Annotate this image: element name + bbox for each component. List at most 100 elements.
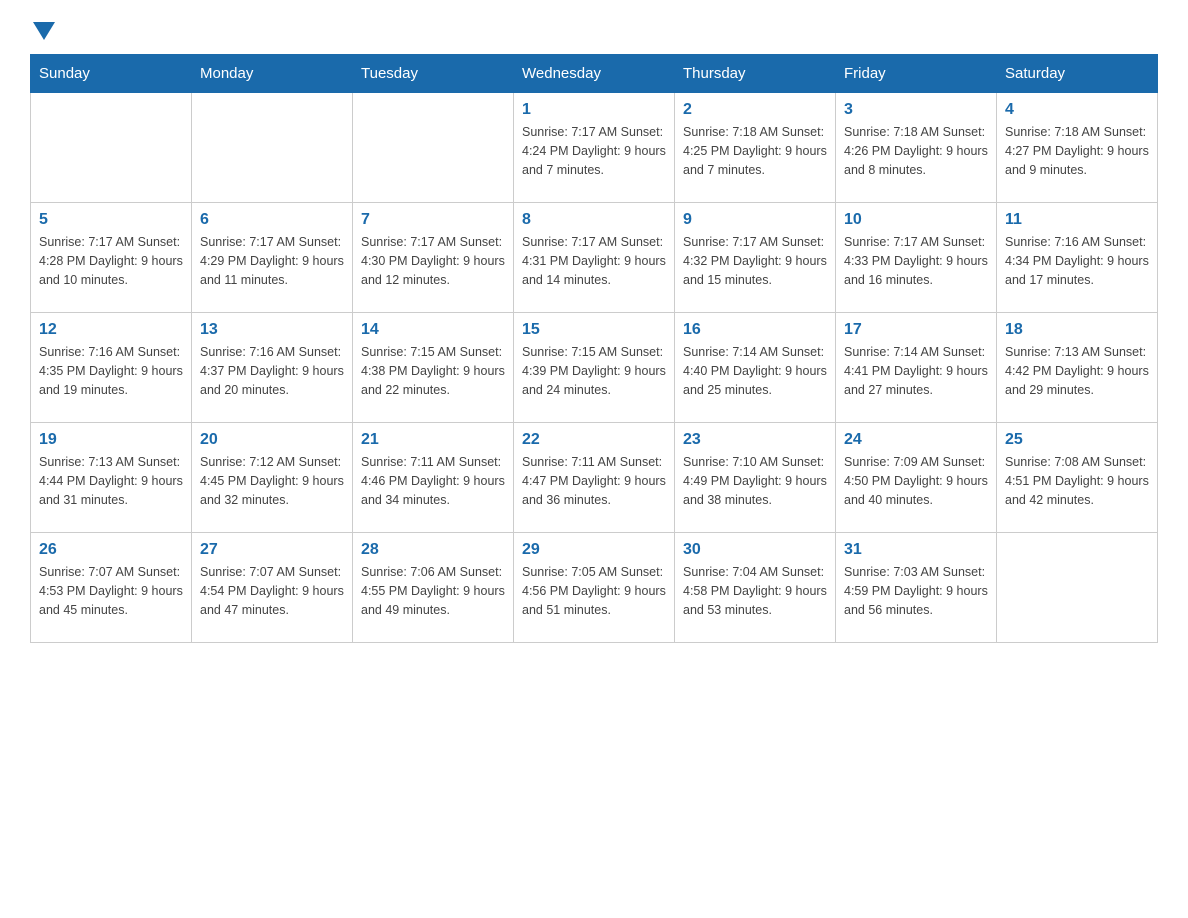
header-row: SundayMondayTuesdayWednesdayThursdayFrid… — [31, 55, 1158, 93]
day-info: Sunrise: 7:08 AM Sunset: 4:51 PM Dayligh… — [1005, 453, 1149, 509]
day-info: Sunrise: 7:10 AM Sunset: 4:49 PM Dayligh… — [683, 453, 827, 509]
day-number: 12 — [39, 321, 183, 339]
calendar-cell: 8 Sunrise: 7:17 AM Sunset: 4:31 PM Daylig… — [514, 203, 675, 313]
day-number: 19 — [39, 431, 183, 449]
day-number: 16 — [683, 321, 827, 339]
day-info: Sunrise: 7:16 AM Sunset: 4:34 PM Dayligh… — [1005, 233, 1149, 289]
day-number: 29 — [522, 541, 666, 559]
calendar-cell: 13Sunrise: 7:16 AM Sunset: 4:37 PM Dayli… — [192, 313, 353, 423]
day-info: Sunrise: 7:18 AM Sunset: 4:25 PM Dayligh… — [683, 123, 827, 179]
calendar-cell — [353, 93, 514, 203]
day-number: 24 — [844, 431, 988, 449]
day-number: 27 — [200, 541, 344, 559]
calendar-cell: 24 Sunrise: 7:09 AM Sunset: 4:50 PM Dayli… — [836, 423, 997, 533]
day-number: 21 — [361, 431, 505, 449]
day-of-week-header: Saturday — [997, 55, 1158, 93]
day-info: Sunrise: 7:14 AM Sunset: 4:40 PM Dayligh… — [683, 343, 827, 399]
calendar-cell: 27 Sunrise: 7:07 AM Sunset: 4:54 PM Dayli… — [192, 533, 353, 643]
logo-triangle-icon — [33, 22, 55, 44]
day-info: Sunrise: 7:18 AM Sunset: 4:27 PM Dayligh… — [1005, 123, 1149, 179]
calendar-cell: 11 Sunrise: 7:16 AM Sunset: 4:34 PM Dayli… — [997, 203, 1158, 313]
day-of-week-header: Sunday — [31, 55, 192, 93]
calendar-cell: 2 Sunrise: 7:18 AM Sunset: 4:25 PM Daylig… — [675, 93, 836, 203]
calendar-cell: 6 Sunrise: 7:17 AM Sunset: 4:29 PM Daylig… — [192, 203, 353, 313]
day-info: Sunrise: 7:17 AM Sunset: 4:29 PM Dayligh… — [200, 233, 344, 289]
calendar-cell: 16 Sunrise: 7:14 AM Sunset: 4:40 PM Dayli… — [675, 313, 836, 423]
day-number: 18 — [1005, 321, 1149, 339]
day-info: Sunrise: 7:06 AM Sunset: 4:55 PM Dayligh… — [361, 563, 505, 619]
day-info: Sunrise: 7:12 AM Sunset: 4:45 PM Dayligh… — [200, 453, 344, 509]
day-number: 4 — [1005, 101, 1149, 119]
day-number: 30 — [683, 541, 827, 559]
calendar-cell: 9Sunrise: 7:17 AM Sunset: 4:32 PM Daylig… — [675, 203, 836, 313]
day-info: Sunrise: 7:13 AM Sunset: 4:44 PM Dayligh… — [39, 453, 183, 509]
day-number: 6 — [200, 211, 344, 229]
day-info: Sunrise: 7:13 AM Sunset: 4:42 PM Dayligh… — [1005, 343, 1149, 399]
calendar-cell: 4 Sunrise: 7:18 AM Sunset: 4:27 PM Daylig… — [997, 93, 1158, 203]
calendar-cell: 29 Sunrise: 7:05 AM Sunset: 4:56 PM Dayli… — [514, 533, 675, 643]
day-number: 17 — [844, 321, 988, 339]
calendar-cell: 5 Sunrise: 7:17 AM Sunset: 4:28 PM Daylig… — [31, 203, 192, 313]
day-info: Sunrise: 7:11 AM Sunset: 4:46 PM Dayligh… — [361, 453, 505, 509]
calendar-week-row: 12 Sunrise: 7:16 AM Sunset: 4:35 PM Dayli… — [31, 313, 1158, 423]
day-info: Sunrise: 7:09 AM Sunset: 4:50 PM Dayligh… — [844, 453, 988, 509]
day-info: Sunrise: 7:16 AM Sunset: 4:37 PM Dayligh… — [200, 343, 344, 399]
day-number: 9 — [683, 211, 827, 229]
day-info: Sunrise: 7:17 AM Sunset: 4:30 PM Dayligh… — [361, 233, 505, 289]
calendar-week-row: 19 Sunrise: 7:13 AM Sunset: 4:44 PM Dayli… — [31, 423, 1158, 533]
calendar-header: SundayMondayTuesdayWednesdayThursdayFrid… — [31, 55, 1158, 93]
calendar-cell: 15Sunrise: 7:15 AM Sunset: 4:39 PM Dayli… — [514, 313, 675, 423]
day-info: Sunrise: 7:18 AM Sunset: 4:26 PM Dayligh… — [844, 123, 988, 179]
day-number: 15 — [522, 321, 666, 339]
day-number: 25 — [1005, 431, 1149, 449]
day-number: 2 — [683, 101, 827, 119]
calendar-cell: 14 Sunrise: 7:15 AM Sunset: 4:38 PM Dayli… — [353, 313, 514, 423]
calendar-cell: 28 Sunrise: 7:06 AM Sunset: 4:55 PM Dayli… — [353, 533, 514, 643]
day-info: Sunrise: 7:17 AM Sunset: 4:31 PM Dayligh… — [522, 233, 666, 289]
logo — [30, 20, 55, 44]
day-info: Sunrise: 7:05 AM Sunset: 4:56 PM Dayligh… — [522, 563, 666, 619]
calendar-cell: 20 Sunrise: 7:12 AM Sunset: 4:45 PM Dayli… — [192, 423, 353, 533]
calendar-cell: 30 Sunrise: 7:04 AM Sunset: 4:58 PM Dayli… — [675, 533, 836, 643]
day-number: 8 — [522, 211, 666, 229]
day-number: 23 — [683, 431, 827, 449]
calendar-cell: 1Sunrise: 7:17 AM Sunset: 4:24 PM Daylig… — [514, 93, 675, 203]
calendar-cell: 3 Sunrise: 7:18 AM Sunset: 4:26 PM Daylig… — [836, 93, 997, 203]
calendar-cell: 22Sunrise: 7:11 AM Sunset: 4:47 PM Dayli… — [514, 423, 675, 533]
day-info: Sunrise: 7:11 AM Sunset: 4:47 PM Dayligh… — [522, 453, 666, 509]
day-info: Sunrise: 7:14 AM Sunset: 4:41 PM Dayligh… — [844, 343, 988, 399]
day-info: Sunrise: 7:16 AM Sunset: 4:35 PM Dayligh… — [39, 343, 183, 399]
day-of-week-header: Tuesday — [353, 55, 514, 93]
calendar-cell: 10 Sunrise: 7:17 AM Sunset: 4:33 PM Dayli… — [836, 203, 997, 313]
page-header — [30, 20, 1158, 44]
calendar-table: SundayMondayTuesdayWednesdayThursdayFrid… — [30, 54, 1158, 643]
day-info: Sunrise: 7:17 AM Sunset: 4:33 PM Dayligh… — [844, 233, 988, 289]
calendar-week-row: 1Sunrise: 7:17 AM Sunset: 4:24 PM Daylig… — [31, 93, 1158, 203]
day-info: Sunrise: 7:15 AM Sunset: 4:38 PM Dayligh… — [361, 343, 505, 399]
day-number: 3 — [844, 101, 988, 119]
calendar-cell: 31 Sunrise: 7:03 AM Sunset: 4:59 PM Dayli… — [836, 533, 997, 643]
calendar-cell: 23 Sunrise: 7:10 AM Sunset: 4:49 PM Dayli… — [675, 423, 836, 533]
calendar-cell — [192, 93, 353, 203]
calendar-cell — [31, 93, 192, 203]
day-number: 11 — [1005, 211, 1149, 229]
day-of-week-header: Wednesday — [514, 55, 675, 93]
day-number: 10 — [844, 211, 988, 229]
day-info: Sunrise: 7:04 AM Sunset: 4:58 PM Dayligh… — [683, 563, 827, 619]
day-info: Sunrise: 7:17 AM Sunset: 4:28 PM Dayligh… — [39, 233, 183, 289]
calendar-body: 1Sunrise: 7:17 AM Sunset: 4:24 PM Daylig… — [31, 93, 1158, 643]
day-number: 31 — [844, 541, 988, 559]
day-number: 5 — [39, 211, 183, 229]
day-info: Sunrise: 7:03 AM Sunset: 4:59 PM Dayligh… — [844, 563, 988, 619]
day-info: Sunrise: 7:07 AM Sunset: 4:53 PM Dayligh… — [39, 563, 183, 619]
day-info: Sunrise: 7:07 AM Sunset: 4:54 PM Dayligh… — [200, 563, 344, 619]
calendar-cell: 25 Sunrise: 7:08 AM Sunset: 4:51 PM Dayli… — [997, 423, 1158, 533]
calendar-cell: 17 Sunrise: 7:14 AM Sunset: 4:41 PM Dayli… — [836, 313, 997, 423]
day-number: 20 — [200, 431, 344, 449]
day-of-week-header: Monday — [192, 55, 353, 93]
calendar-cell: 26Sunrise: 7:07 AM Sunset: 4:53 PM Dayli… — [31, 533, 192, 643]
day-number: 28 — [361, 541, 505, 559]
calendar-cell: 7Sunrise: 7:17 AM Sunset: 4:30 PM Daylig… — [353, 203, 514, 313]
calendar-week-row: 5 Sunrise: 7:17 AM Sunset: 4:28 PM Daylig… — [31, 203, 1158, 313]
day-number: 14 — [361, 321, 505, 339]
